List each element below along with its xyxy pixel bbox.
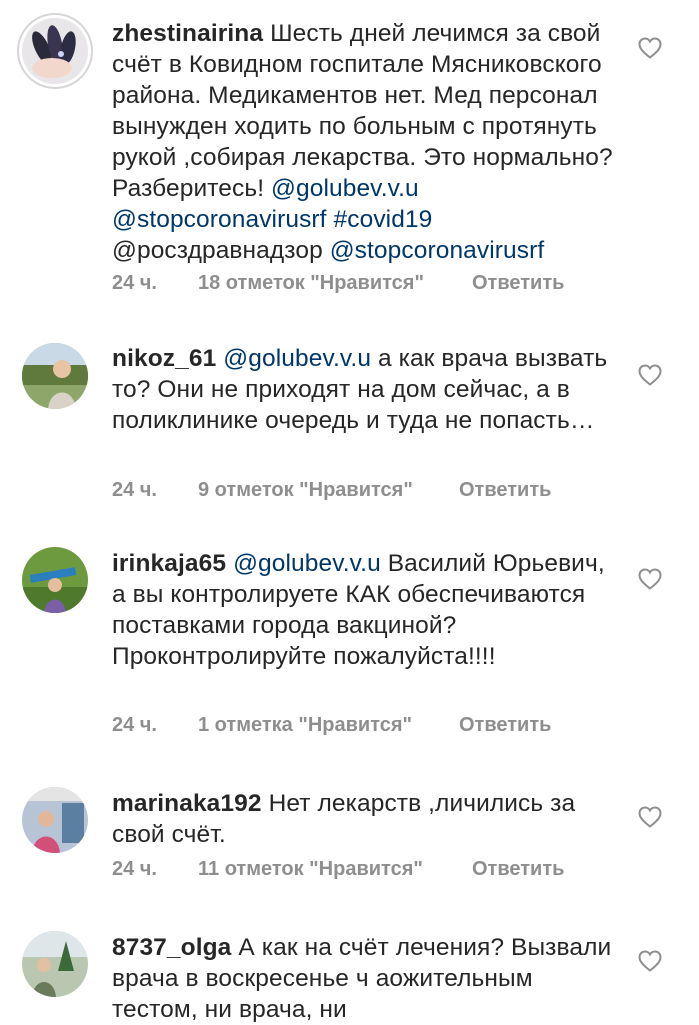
heart-outline-icon[interactable] (638, 364, 662, 386)
mention-link[interactable]: @stopcoronavirusrf (112, 206, 327, 233)
comment-meta: 24 ч. 1 отметка "Нравится" Ответить (112, 714, 551, 737)
comment-time: 24 ч. (112, 858, 157, 880)
avatar[interactable] (22, 18, 88, 84)
reply-button[interactable]: Ответить (459, 714, 551, 737)
comment-text: zhestinairina Шесть дней лечимся за свой … (112, 18, 617, 266)
comment-likes[interactable]: 11 отметок "Нравится" (198, 858, 472, 881)
avatar[interactable] (22, 931, 88, 997)
reply-button[interactable]: Ответить (472, 858, 564, 881)
comment-meta: 24 ч. 18 отметок "Нравится" Ответить (112, 272, 564, 295)
comment-username[interactable]: marinaka192 (112, 790, 262, 817)
avatar[interactable] (22, 787, 88, 853)
heart-outline-icon[interactable] (638, 950, 662, 972)
comment-text: 8737_olga А как на счёт лечения? Вызвали … (112, 932, 617, 1025)
comment-text-segment (327, 206, 334, 233)
heart-outline-icon[interactable] (638, 37, 662, 59)
mention-link[interactable]: @golubev.v.u (271, 175, 419, 202)
reply-button[interactable]: Ответить (459, 479, 551, 502)
mention-link[interactable]: @golubev.v.u (223, 345, 371, 372)
comment-content: Шесть дней лечимся за свой счёт в Ковидн… (112, 20, 613, 264)
comment-likes[interactable]: 18 отметок "Нравится" (198, 272, 472, 295)
comment-text-segment: @росздравнадзор (112, 237, 330, 264)
comment-time: 24 ч. (112, 714, 157, 736)
heart-outline-icon[interactable] (638, 568, 662, 590)
comment-meta: 24 ч. 11 отметок "Нравится" Ответить (112, 858, 564, 881)
comment-likes[interactable]: 9 отметок "Нравится" (198, 479, 459, 502)
comment-username[interactable]: nikoz_61 (112, 345, 216, 372)
comment-text: nikoz_61 @golubev.v.u а как врача вызвать… (112, 343, 617, 436)
avatar[interactable] (22, 343, 88, 409)
comment-time: 24 ч. (112, 479, 157, 501)
heart-outline-icon[interactable] (638, 806, 662, 828)
comment-username[interactable]: 8737_olga (112, 934, 231, 961)
comment-text: marinaka192 Нет лекарств ,личились за сво… (112, 788, 617, 850)
comment-username[interactable]: zhestinairina (112, 20, 263, 47)
avatar[interactable] (22, 547, 88, 613)
comment-text: irinkaja65 @golubev.v.u Василий Юрьевич, … (112, 548, 617, 672)
comment-time: 24 ч. (112, 272, 157, 294)
reply-button[interactable]: Ответить (472, 272, 564, 295)
comment-likes[interactable]: 1 отметка "Нравится" (198, 714, 459, 737)
mention-link[interactable]: #covid19 (334, 206, 433, 233)
comment-meta: 24 ч. 9 отметок "Нравится" Ответить (112, 479, 551, 502)
comment-username[interactable]: irinkaja65 (112, 550, 226, 577)
mention-link[interactable]: @golubev.v.u (233, 550, 381, 577)
mention-link[interactable]: @stopcoronavirusrf (330, 237, 545, 264)
